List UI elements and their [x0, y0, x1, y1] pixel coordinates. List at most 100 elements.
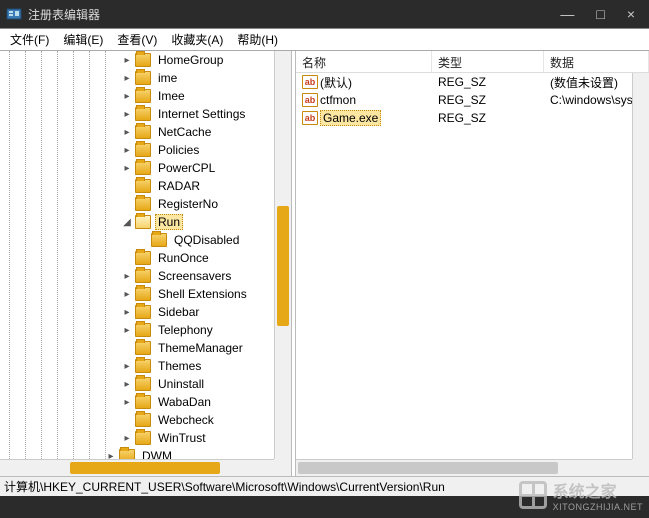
folder-icon — [135, 143, 151, 157]
list-row[interactable]: ab(默认)REG_SZ(数值未设置) — [296, 73, 632, 91]
minimize-button[interactable]: — — [560, 6, 574, 22]
tree-node[interactable]: ▸ WinTrust — [0, 429, 274, 447]
list-row[interactable]: abGame.exeREG_SZ — [296, 109, 632, 127]
expand-icon[interactable]: ▸ — [121, 144, 133, 156]
tree-scrollbar-vertical[interactable] — [274, 51, 291, 459]
tree-node-label[interactable]: Telephony — [155, 322, 216, 338]
tree-node-label[interactable]: RunOnce — [155, 250, 212, 266]
tree-node[interactable]: ▸ Uninstall — [0, 375, 274, 393]
tree-node[interactable]: ▸ Shell Extensions — [0, 285, 274, 303]
string-value-icon: ab — [302, 93, 318, 107]
list-row[interactable]: abctfmonREG_SZC:\windows\sys — [296, 91, 632, 109]
tree-node-label[interactable]: Themes — [155, 358, 204, 374]
tree-node-label[interactable]: Run — [155, 214, 183, 230]
menu-view[interactable]: 查看(V) — [111, 29, 163, 50]
tree-node-label[interactable]: PowerCPL — [155, 160, 218, 176]
folder-icon — [135, 359, 151, 373]
tree-node-label[interactable]: QQDisabled — [171, 232, 242, 248]
list-scrollbar-horizontal[interactable] — [296, 459, 632, 476]
folder-icon — [135, 269, 151, 283]
tree-node[interactable]: ▸ Sidebar — [0, 303, 274, 321]
tree-node-label[interactable]: HomeGroup — [155, 52, 226, 68]
expand-icon[interactable]: ▸ — [121, 54, 133, 66]
collapse-icon[interactable]: ◢ — [121, 216, 133, 228]
expand-icon[interactable]: ▸ — [121, 288, 133, 300]
expand-icon[interactable]: ▸ — [121, 72, 133, 84]
tree-node-label[interactable]: Screensavers — [155, 268, 234, 284]
tree-node-label[interactable]: Webcheck — [155, 412, 217, 428]
tree-scrollbar-horizontal[interactable] — [0, 459, 274, 476]
tree-node[interactable]: ▸ Internet Settings — [0, 105, 274, 123]
cell-data: (数值未设置) — [544, 74, 632, 91]
menu-favorites[interactable]: 收藏夹(A) — [165, 29, 229, 50]
tree-pane: ▸ HomeGroup ▸ ime ▸ Imee ▸ Internet Settings ▸ Ne… — [0, 51, 291, 476]
col-type[interactable]: 类型 — [432, 51, 544, 72]
expand-icon[interactable]: ▸ — [121, 432, 133, 444]
tree-node-label[interactable]: Internet Settings — [155, 106, 248, 122]
menu-help[interactable]: 帮助(H) — [231, 29, 284, 50]
col-data[interactable]: 数据 — [544, 51, 649, 72]
tree-node-label[interactable]: Imee — [155, 88, 188, 104]
tree-node[interactable]: ▸ Policies — [0, 141, 274, 159]
expand-icon[interactable]: ▸ — [121, 396, 133, 408]
tree-node-label[interactable]: WabaDan — [155, 394, 214, 410]
list-body[interactable]: ab(默认)REG_SZ(数值未设置)abctfmonREG_SZC:\wind… — [296, 73, 632, 459]
tree-node[interactable]: ▸ Telephony — [0, 321, 274, 339]
tree-node[interactable]: ThemeManager — [0, 339, 274, 357]
expand-icon[interactable]: ▸ — [121, 90, 133, 102]
tree-node[interactable]: ▸ Themes — [0, 357, 274, 375]
expand-icon[interactable]: ▸ — [121, 324, 133, 336]
expand-icon[interactable]: ▸ — [121, 360, 133, 372]
tree-node-label[interactable]: RegisterNo — [155, 196, 221, 212]
tree-node-label[interactable]: ThemeManager — [155, 340, 246, 356]
expand-icon[interactable]: ▸ — [105, 450, 117, 459]
expand-icon[interactable]: ▸ — [121, 378, 133, 390]
tree-node-label[interactable]: Uninstall — [155, 376, 207, 392]
tree-viewport[interactable]: ▸ HomeGroup ▸ ime ▸ Imee ▸ Internet Settings ▸ Ne… — [0, 51, 274, 459]
folder-icon — [135, 197, 151, 211]
cell-type: REG_SZ — [432, 93, 544, 107]
tree-node[interactable]: ▸ ime — [0, 69, 274, 87]
tree-node[interactable]: Webcheck — [0, 411, 274, 429]
tree-node[interactable]: ▸ NetCache — [0, 123, 274, 141]
expand-icon[interactable]: ▸ — [121, 270, 133, 282]
tree-node[interactable]: ▸ Screensavers — [0, 267, 274, 285]
tree-node-label[interactable]: DWM — [139, 448, 175, 459]
tree-node-label[interactable]: RADAR — [155, 178, 203, 194]
tree-node[interactable]: ▸ Imee — [0, 87, 274, 105]
tree-node[interactable]: ▸ DWM — [0, 447, 274, 459]
folder-icon — [151, 233, 167, 247]
list-scrollbar-vertical[interactable] — [632, 73, 649, 459]
expand-icon[interactable]: ▸ — [121, 108, 133, 120]
tree-node[interactable]: RegisterNo — [0, 195, 274, 213]
tree-node[interactable]: ▸ PowerCPL — [0, 159, 274, 177]
string-value-icon: ab — [302, 75, 318, 89]
tree-node-label[interactable]: NetCache — [155, 124, 214, 140]
expand-icon[interactable]: ▸ — [121, 126, 133, 138]
maximize-button[interactable]: □ — [596, 6, 604, 22]
tree-node[interactable]: RunOnce — [0, 249, 274, 267]
tree-node-label[interactable]: Shell Extensions — [155, 286, 250, 302]
cell-data: C:\windows\sys — [544, 93, 632, 107]
folder-icon — [135, 251, 151, 265]
cell-name: abGame.exe — [296, 110, 432, 126]
close-button[interactable]: × — [627, 6, 635, 22]
folder-icon — [135, 431, 151, 445]
col-name[interactable]: 名称 — [296, 51, 432, 72]
tree-node-label[interactable]: Policies — [155, 142, 202, 158]
tree-node-label[interactable]: ime — [155, 70, 180, 86]
folder-icon — [135, 287, 151, 301]
folder-icon — [135, 395, 151, 409]
tree-node[interactable]: QQDisabled — [0, 231, 274, 249]
tree-node[interactable]: RADAR — [0, 177, 274, 195]
menu-file[interactable]: 文件(F) — [4, 29, 55, 50]
tree-node[interactable]: ◢ Run — [0, 213, 274, 231]
tree-node[interactable]: ▸ HomeGroup — [0, 51, 274, 69]
expand-icon[interactable]: ▸ — [121, 162, 133, 174]
tree-node-label[interactable]: WinTrust — [155, 430, 209, 446]
tree-node[interactable]: ▸ WabaDan — [0, 393, 274, 411]
menu-edit[interactable]: 编辑(E) — [57, 29, 109, 50]
tree-node-label[interactable]: Sidebar — [155, 304, 202, 320]
no-expander — [121, 180, 133, 192]
expand-icon[interactable]: ▸ — [121, 306, 133, 318]
